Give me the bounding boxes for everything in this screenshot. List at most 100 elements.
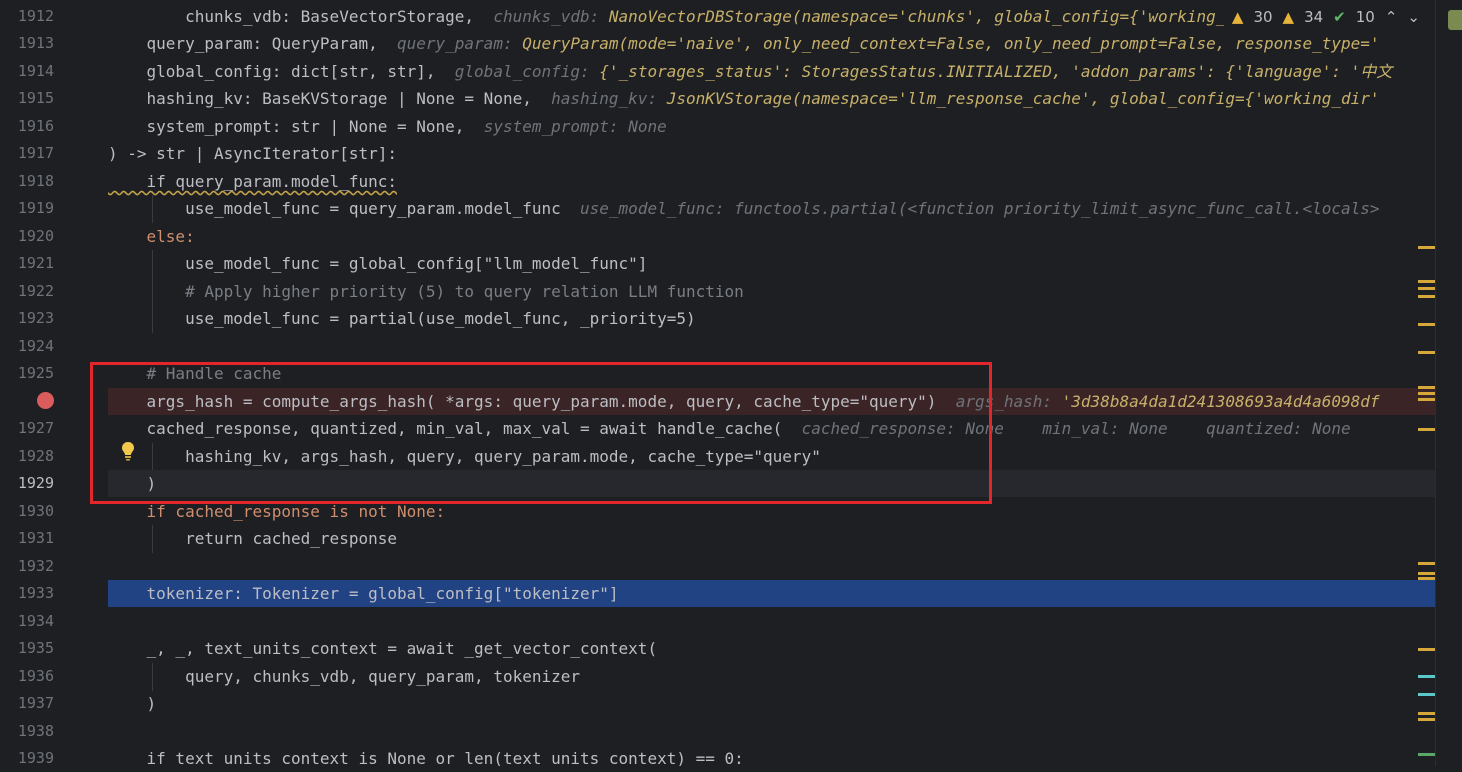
error-stripe-mark[interactable]	[1418, 753, 1435, 756]
code-text: hashing_kv: BaseKVStorage | None = None,	[108, 89, 532, 108]
line-number: 1937	[17, 694, 54, 712]
line-number: 1916	[17, 117, 54, 135]
inlay-hint-label: chunks_vdb:	[474, 7, 609, 26]
line-number-current: 1929	[17, 474, 54, 492]
error-stripe-mark[interactable]	[1418, 287, 1435, 290]
code-text: else:	[108, 227, 195, 246]
error-stripe-mark[interactable]	[1418, 428, 1435, 431]
code-text: if query_param.model_func:	[108, 172, 397, 191]
code-line: # Apply higher priority (5) to query rel…	[108, 278, 1435, 305]
code-text: use_model_func = partial(use_model_func,…	[108, 309, 696, 328]
error-stripe-mark[interactable]	[1418, 398, 1435, 401]
code-line: ) -> str | AsyncIterator[str]:	[108, 140, 1435, 167]
error-stripe-mark[interactable]	[1418, 280, 1435, 283]
code-line: if query_param.model_func:	[108, 168, 1435, 195]
code-line-selected: tokenizer: Tokenizer = global_config["to…	[108, 580, 1435, 608]
inlay-hint-value: QueryParam(mode='naive', only_need_conte…	[522, 34, 1380, 53]
code-line: if text_units_context is None or len(tex…	[108, 745, 1435, 766]
weak-warning-icon: ▲	[1282, 8, 1295, 26]
inspection-widget[interactable]: ▲ 30 ▲ 34 ✔ 10 ⌃ ⌄	[1223, 0, 1420, 34]
line-number: 1927	[17, 419, 54, 437]
line-number: 1913	[17, 34, 54, 52]
warning-icon: ▲	[1231, 8, 1244, 26]
code-text: _, _, text_units_context = await _get_ve…	[108, 639, 658, 658]
code-text: )	[108, 694, 157, 713]
code-text: return cached_response	[108, 529, 397, 548]
code-line: use_model_func = global_config["llm_mode…	[108, 250, 1435, 277]
line-number: 1912	[17, 7, 54, 25]
error-stripe-mark[interactable]	[1418, 386, 1435, 389]
code-text: use_model_func = query_param.model_func	[108, 199, 561, 218]
line-number: 1914	[17, 62, 54, 80]
code-comment: # Apply higher priority (5) to query rel…	[108, 282, 744, 301]
error-stripe-mark[interactable]	[1418, 675, 1435, 678]
code-line: hashing_kv: BaseKVStorage | None = None,…	[108, 85, 1435, 112]
code-line: query_param: QueryParam, query_param: Qu…	[108, 30, 1435, 57]
inlay-hint-label: hashing_kv:	[531, 89, 667, 108]
code-line: query, chunks_vdb, query_param, tokenize…	[108, 663, 1435, 690]
line-number: 1934	[17, 612, 54, 630]
ok-count: 10	[1355, 8, 1375, 26]
line-number: 1922	[17, 282, 54, 300]
line-number: 1920	[17, 227, 54, 245]
warnings-count: 30	[1253, 8, 1273, 26]
code-line: )	[108, 690, 1435, 717]
error-stripe-mark[interactable]	[1418, 392, 1435, 395]
code-text: ) -> str | AsyncIterator[str]:	[108, 144, 397, 163]
line-number: 1925	[17, 364, 54, 382]
line-number: 1936	[17, 667, 54, 685]
error-stripe-mark[interactable]	[1418, 295, 1435, 298]
error-stripe-mark[interactable]	[1418, 246, 1435, 249]
line-number: 1931	[17, 529, 54, 547]
highlight-annotation-box	[90, 362, 992, 504]
inlay-hint-value: functools.partial(<function priority_lim…	[734, 199, 1380, 218]
line-number: 1932	[17, 557, 54, 575]
line-number: 1918	[17, 172, 54, 190]
error-stripe-mark[interactable]	[1418, 693, 1435, 696]
error-stripe-mark[interactable]	[1418, 562, 1435, 565]
line-number: 1933	[17, 584, 54, 602]
line-number: 1939	[17, 749, 54, 767]
code-line: use_model_func = query_param.model_func …	[108, 195, 1435, 222]
error-stripe-mark[interactable]	[1418, 718, 1435, 721]
code-text: query, chunks_vdb, query_param, tokenize…	[108, 667, 581, 686]
code-text: chunks_vdb: BaseVectorStorage,	[146, 7, 475, 26]
inlay-hint-value: {'_storages_status': StoragesStatus.INIT…	[599, 62, 1393, 81]
line-number: 1921	[17, 254, 54, 272]
code-text: use_model_func = global_config["llm_mode…	[108, 254, 648, 273]
code-text: query_param: QueryParam,	[108, 34, 378, 53]
error-stripe-mark[interactable]	[1418, 577, 1435, 580]
breakpoint-icon[interactable]	[37, 392, 54, 409]
line-number: 1915	[17, 89, 54, 107]
code-line: _, _, text_units_context = await _get_ve…	[108, 635, 1435, 662]
code-text: if text_units_context is None or len(tex…	[108, 749, 744, 766]
scrollbar[interactable]	[1435, 0, 1462, 766]
line-number: 1923	[17, 309, 54, 327]
error-stripe-mark[interactable]	[1418, 712, 1435, 715]
code-text: global_config: dict[str, str],	[108, 62, 436, 81]
code-line: else:	[108, 223, 1435, 250]
error-stripe-mark[interactable]	[1418, 648, 1435, 651]
line-number: 1919	[17, 199, 54, 217]
error-stripe-mark[interactable]	[1418, 323, 1435, 326]
line-number: 1928	[17, 447, 54, 465]
check-icon: ✔	[1333, 8, 1346, 26]
chevron-down-icon[interactable]: ⌄	[1407, 8, 1420, 26]
line-number: 1938	[17, 722, 54, 740]
inlay-hint-value: '3d38b8a4da1d241308693a4d4a6098df	[1061, 392, 1380, 411]
inlay-hint-label: global_config:	[435, 62, 600, 81]
inlay-hint-label: query_param:	[377, 34, 523, 53]
code-line: global_config: dict[str, str], global_co…	[108, 58, 1435, 85]
code-line: use_model_func = partial(use_model_func,…	[108, 305, 1435, 332]
inlay-hint-label: use_model_func:	[560, 199, 735, 218]
line-number: 1935	[17, 639, 54, 657]
plugin-icon	[1448, 10, 1462, 30]
inlay-hint-label: system_prompt:	[464, 117, 629, 136]
chevron-up-icon[interactable]: ⌃	[1385, 8, 1398, 26]
error-stripe-mark[interactable]	[1418, 351, 1435, 354]
error-stripe-mark[interactable]	[1418, 572, 1435, 575]
